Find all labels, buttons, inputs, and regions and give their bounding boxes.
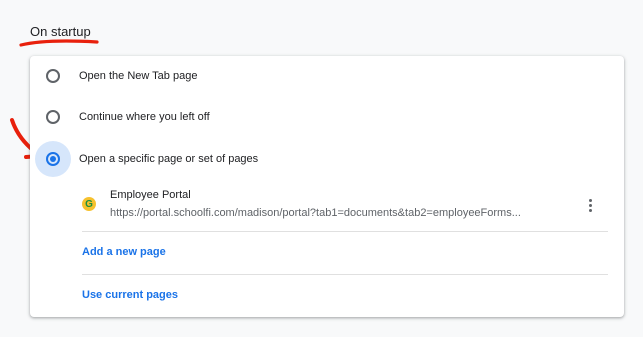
startup-page-entry: G Employee Portal https://portal.schoolf… xyxy=(82,184,608,230)
more-vert-icon[interactable] xyxy=(581,195,599,215)
option-continue[interactable]: Continue where you left off xyxy=(30,97,624,137)
radio-button-selected[interactable] xyxy=(46,152,60,166)
add-new-page-link[interactable]: Add a new page xyxy=(82,246,166,258)
option-label: Continue where you left off xyxy=(79,111,210,123)
page-url: https://portal.schoolfi.com/madison/port… xyxy=(110,207,521,219)
option-label: Open the New Tab page xyxy=(79,70,198,82)
red-underline-annotation xyxy=(19,39,99,47)
radio-button[interactable] xyxy=(46,69,60,83)
startup-settings-card: Open the New Tab page Continue where you… xyxy=(30,56,624,317)
divider xyxy=(82,274,608,275)
use-current-pages-link[interactable]: Use current pages xyxy=(82,289,178,301)
divider xyxy=(82,231,608,232)
option-new-tab[interactable]: Open the New Tab page xyxy=(30,56,624,96)
radio-button[interactable] xyxy=(46,110,60,124)
page-name: Employee Portal xyxy=(110,189,191,201)
option-label: Open a specific page or set of pages xyxy=(79,153,259,165)
site-favicon-icon: G xyxy=(82,197,96,211)
option-specific-pages[interactable]: Open a specific page or set of pages xyxy=(30,139,624,179)
